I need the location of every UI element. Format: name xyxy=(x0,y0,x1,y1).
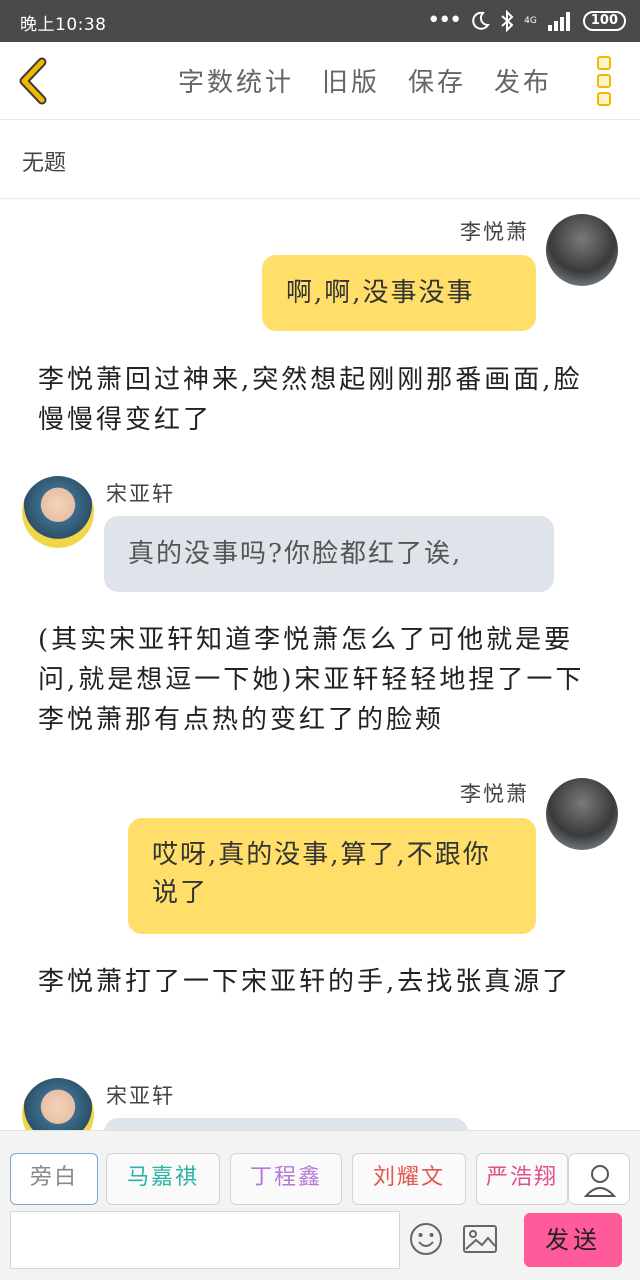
speaker-name: 李悦萧 xyxy=(460,782,529,806)
save-button[interactable]: 保存 xyxy=(408,62,466,99)
narration-text: (其实宋亚轩知道李悦萧怎么了可他就是要问,就是想逗一下她)宋亚轩轻轻地捏了一下李… xyxy=(38,625,585,735)
avatar[interactable] xyxy=(22,476,94,548)
bluetooth-icon xyxy=(501,10,514,32)
network-type: 4G xyxy=(524,15,537,26)
role-chip-label: 严浩翔 xyxy=(485,1165,558,1190)
add-role-button[interactable] xyxy=(568,1153,630,1205)
role-chip-label: 马嘉祺 xyxy=(126,1165,199,1190)
status-icons: ••• 4G 100 xyxy=(427,8,626,34)
back-button[interactable] xyxy=(12,56,56,106)
role-chip-label: 刘耀文 xyxy=(372,1165,445,1190)
speaker-name: 宋亚轩 xyxy=(106,1084,175,1108)
role-chip-label: 旁白 xyxy=(29,1165,78,1190)
speaker-name: 宋亚轩 xyxy=(106,482,175,506)
more-dots-icon: ••• xyxy=(427,8,462,33)
chat-bubble-text: 啊,啊,没事没事 xyxy=(286,278,475,308)
role-chip-label: 丁程鑫 xyxy=(249,1165,322,1190)
status-bar: 晚上10:38 ••• 4G 100 xyxy=(0,0,640,42)
emoji-button[interactable] xyxy=(408,1221,444,1257)
chat-bubble[interactable] xyxy=(104,1118,468,1130)
image-icon xyxy=(463,1225,497,1253)
toolbar-actions: 字数统计 旧版 保存 发布 xyxy=(178,62,552,99)
avatar[interactable] xyxy=(22,1078,94,1130)
battery-indicator: 100 xyxy=(582,11,626,31)
moon-icon xyxy=(472,11,490,30)
chat-bubble-text: 哎呀,真的没事,算了,不跟你说了 xyxy=(152,840,491,908)
menu-dot-icon xyxy=(597,74,611,88)
publish-button[interactable]: 发布 xyxy=(494,62,552,99)
narration-text: 李悦萧回过神来,突然想起刚刚那番画面,脸慢慢得变红了 xyxy=(38,365,583,435)
speaker-name: 李悦萧 xyxy=(460,220,529,244)
status-time: 晚上10:38 xyxy=(20,15,107,35)
user-icon xyxy=(583,1165,617,1197)
avatar[interactable] xyxy=(546,214,618,286)
role-chip-ding-chengxin[interactable]: 丁程鑫 xyxy=(230,1153,342,1205)
old-version-button[interactable]: 旧版 xyxy=(322,62,380,99)
story-content[interactable]: 李悦萧 啊,啊,没事没事 李悦萧回过神来,突然想起刚刚那番画面,脸慢慢得变红了 … xyxy=(0,200,640,1130)
smiley-icon xyxy=(410,1223,442,1255)
document-title[interactable]: 无题 xyxy=(22,145,66,177)
message-input[interactable] xyxy=(10,1211,400,1269)
menu-dot-icon xyxy=(597,92,611,106)
chat-bubble[interactable]: 啊,啊,没事没事 xyxy=(262,255,536,331)
chevron-left-icon xyxy=(19,57,47,105)
more-menu-button[interactable] xyxy=(592,56,616,108)
narration-text: 李悦萧打了一下宋亚轩的手,去找张真源了 xyxy=(38,967,572,997)
chat-bubble[interactable]: 真的没事吗?你脸都红了诶, xyxy=(104,516,554,592)
top-toolbar: 字数统计 旧版 保存 发布 xyxy=(0,42,640,120)
send-button[interactable]: 发送 xyxy=(524,1213,622,1267)
word-count-button[interactable]: 字数统计 xyxy=(178,62,294,99)
image-button[interactable] xyxy=(462,1223,498,1255)
role-chip-ma-jiaqi[interactable]: 马嘉祺 xyxy=(106,1153,220,1205)
role-selector: 旁白 马嘉祺 丁程鑫 刘耀文 严浩翔 xyxy=(10,1153,630,1205)
avatar[interactable] xyxy=(546,778,618,850)
menu-dot-icon xyxy=(597,56,611,70)
title-row[interactable]: 无题 xyxy=(0,121,640,199)
role-chip-liu-yaowen[interactable]: 刘耀文 xyxy=(352,1153,466,1205)
chat-bubble[interactable]: 哎呀,真的没事,算了,不跟你说了 xyxy=(128,818,536,934)
role-chip-yan-haoxiang[interactable]: 严浩翔 xyxy=(476,1153,568,1205)
signal-icon xyxy=(547,12,570,31)
chat-bubble-text: 真的没事吗?你脸都红了诶, xyxy=(128,539,463,569)
role-chip-narrator[interactable]: 旁白 xyxy=(10,1153,98,1205)
composer-panel: 旁白 马嘉祺 丁程鑫 刘耀文 严浩翔 发送 xyxy=(0,1130,640,1280)
